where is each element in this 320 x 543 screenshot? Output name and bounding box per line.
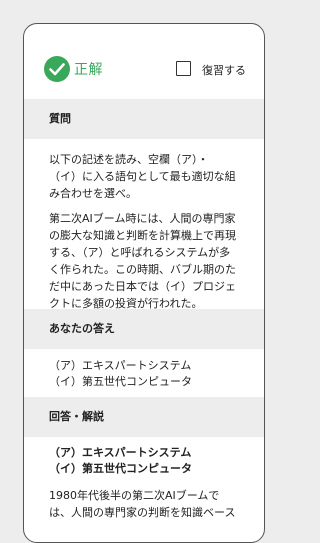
your-answer-header: あなたの答え [24, 309, 264, 349]
correct-label: 正解 [74, 62, 103, 78]
result-card: 正解 復習する 質問 以下の記述を読み、空欄（ア）・ （イ）に入る語句として最も… [23, 23, 265, 543]
passage-line: だ中にあった日本では（イ）プロジェ [49, 280, 236, 293]
question-header: 質問 [24, 99, 264, 139]
explanation-line: は、人間の専門家の判断を知識ベース [49, 506, 236, 519]
explanation-line: 1980年代後半の第二次AIブームで [49, 489, 220, 502]
question-instruction: 以下の記述を読み、空欄（ア）・ （イ）に入る語句として最も適切な組 み合わせを選… [49, 151, 249, 202]
your-answer-body: （ア）エキスパートシステム （イ）第五世代コンピュータ [49, 358, 249, 390]
instruction-line: （イ）に入る語句として最も適切な組 [49, 170, 236, 183]
explanation-header: 回答・解説 [24, 397, 264, 437]
passage-line: する、（ア）と呼ばれるシステムが多 [49, 246, 231, 259]
instruction-line: 以下の記述を読み、空欄（ア）・ [49, 153, 209, 166]
explanation-answer: （ア）エキスパートシステム （イ）第五世代コンピュータ [49, 445, 249, 477]
check-circle-icon [44, 56, 70, 82]
review-checkbox[interactable] [176, 61, 191, 76]
passage-line: 第二次AIブーム時には、人間の専門家 [49, 212, 236, 225]
review-label[interactable]: 復習する [202, 62, 246, 78]
correct-answer-line: （イ）第五世代コンピュータ [49, 462, 192, 475]
question-passage: 第二次AIブーム時には、人間の専門家 の膨大な知識と判断を計算機上で再現 する、… [49, 210, 249, 312]
explanation-body: 1980年代後半の第二次AIブームで は、人間の専門家の判断を知識ベース [49, 487, 249, 521]
correct-answer-line: （ア）エキスパートシステム [49, 446, 192, 459]
instruction-line: み合わせを選べ。 [49, 187, 137, 200]
your-answer-line: （イ）第五世代コンピュータ [49, 375, 192, 388]
passage-line: く作られた。この時期、バブル期のた [49, 263, 236, 276]
your-answer-line: （ア）エキスパートシステム [49, 359, 192, 372]
passage-line: の膨大な知識と判断を計算機上で再現 [49, 229, 236, 242]
result-row: 正解 復習する [24, 24, 264, 108]
